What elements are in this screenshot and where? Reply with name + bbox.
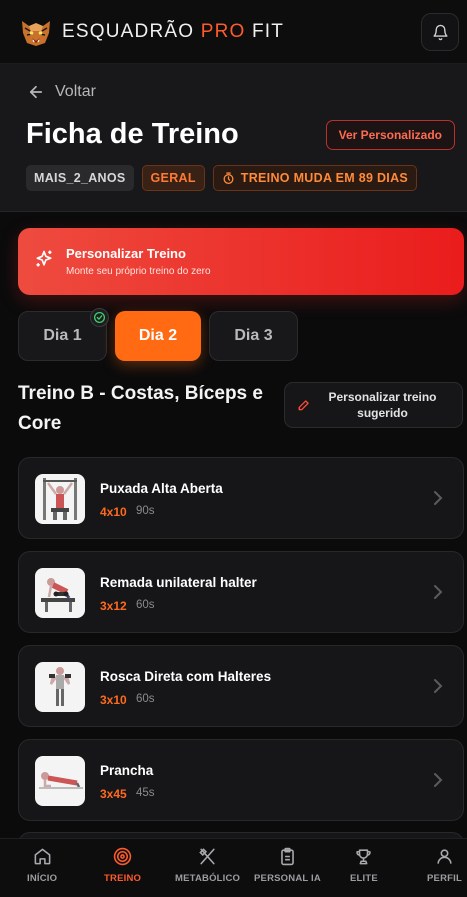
exercise-thumbnail	[35, 474, 85, 524]
completed-check-icon	[90, 308, 109, 327]
nav-inicio[interactable]: INÍCIO	[27, 847, 57, 884]
exercise-rest: 90s	[136, 505, 155, 517]
brand-tail: FIT	[245, 20, 285, 42]
notifications-button[interactable]	[421, 13, 459, 51]
tab-dia-3[interactable]: Dia 3	[209, 311, 298, 361]
user-icon	[437, 849, 452, 864]
exercise-card[interactable]: Remada unilateral halter 3x12 60s	[18, 551, 464, 633]
exercise-name: Puxada Alta Aberta	[100, 481, 223, 496]
page-title: Ficha de Treino	[26, 118, 239, 150]
exercise-sets: 3x12	[100, 599, 127, 613]
nav-perfil-label: PERFIL	[427, 873, 462, 884]
chevron-right-icon	[434, 585, 443, 599]
exercise-thumbnail	[35, 756, 85, 806]
exercise-sets: 3x45	[100, 787, 127, 801]
exercise-rest: 45s	[136, 787, 155, 799]
exercise-name: Rosca Direta com Halteres	[100, 669, 272, 684]
nav-treino[interactable]: TREINO	[104, 847, 141, 884]
personalize-workout-banner[interactable]: Personalizar Treino Monte seu próprio tr…	[18, 228, 464, 295]
nav-perfil[interactable]: PERFIL	[427, 847, 462, 884]
bell-icon	[432, 24, 448, 40]
timer-icon	[223, 171, 234, 184]
exercise-card[interactable]: Rosca Direta com Halteres 3x10 60s	[18, 645, 464, 727]
brand-accent: PRO	[200, 20, 246, 42]
change-timer-badge: TREINO MUDA EM 89 DIAS	[212, 165, 418, 191]
chevron-right-icon	[434, 679, 443, 693]
customize-suggested-label: Personalizar treino sugerido	[328, 390, 437, 420]
exercise-sets: 4x10	[100, 505, 127, 519]
exercise-card[interactable]: Puxada Alta Aberta 4x10 90s	[18, 457, 464, 539]
exercise-sets: 3x10	[100, 693, 127, 707]
trophy-icon	[356, 849, 372, 865]
exercise-name: Remada unilateral halter	[100, 575, 257, 590]
brand-name: ESQUADRÃO PRO FIT	[62, 21, 284, 43]
page-header: Voltar Ficha de Treino Ver Personalizado…	[0, 64, 467, 212]
exercise-card[interactable]: Prancha 3x45 45s	[18, 739, 464, 821]
nav-elite[interactable]: ELITE	[350, 847, 378, 884]
nav-treino-label: TREINO	[104, 873, 142, 884]
clipboard-icon	[281, 847, 294, 866]
exercise-thumbnail	[35, 662, 85, 712]
level-badge: MAIS_2_ANOS	[26, 165, 134, 191]
exercise-rest: 60s	[136, 599, 155, 611]
home-icon	[34, 848, 51, 865]
badges-row: MAIS_2_ANOS GERAL TREINO MUDA EM 89 DIAS	[26, 165, 418, 191]
back-button[interactable]: Voltar	[27, 83, 96, 101]
exercise-name: Prancha	[100, 763, 154, 778]
utensils-icon	[199, 848, 215, 865]
type-badge: GERAL	[141, 165, 205, 191]
nav-metabolico-label: METABÓLICO	[175, 873, 241, 884]
chevron-right-icon	[434, 491, 443, 505]
top-bar: ESQUADRÃO PRO FIT	[0, 0, 467, 64]
chevron-right-icon	[434, 773, 443, 787]
tab-dia-2[interactable]: Dia 2	[115, 311, 201, 361]
ver-personalizado-button[interactable]: Ver Personalizado	[325, 120, 455, 150]
change-timer-label: TREINO MUDA EM 89 DIAS	[240, 171, 409, 185]
nav-metabolico[interactable]: METABÓLICO	[175, 847, 240, 884]
bottom-navigation: INÍCIO TREINO METABÓLICO PERSONAL IA ELI…	[0, 838, 467, 897]
nav-personal-ia[interactable]: PERSONAL IA	[254, 847, 321, 884]
workout-title: Treino B - Costas, Bíceps e Core	[18, 383, 263, 434]
customize-suggested-button[interactable]: Personalizar treino sugerido	[284, 382, 463, 428]
tiger-logo-icon	[18, 16, 54, 48]
banner-subtitle: Monte seu próprio treino do zero	[66, 266, 211, 277]
target-icon	[113, 847, 132, 866]
nav-personal-ia-label: PERSONAL IA	[254, 873, 321, 884]
brand-main: ESQUADRÃO	[62, 20, 201, 42]
exercise-thumbnail	[35, 568, 85, 618]
nav-elite-label: ELITE	[350, 873, 378, 884]
exercise-rest: 60s	[136, 693, 155, 705]
nav-inicio-label: INÍCIO	[27, 873, 58, 884]
sparkles-icon	[34, 249, 54, 274]
pencil-icon	[298, 400, 309, 411]
back-label: Voltar	[55, 83, 96, 100]
arrow-left-icon	[29, 85, 43, 99]
banner-title: Personalizar Treino	[66, 246, 186, 261]
